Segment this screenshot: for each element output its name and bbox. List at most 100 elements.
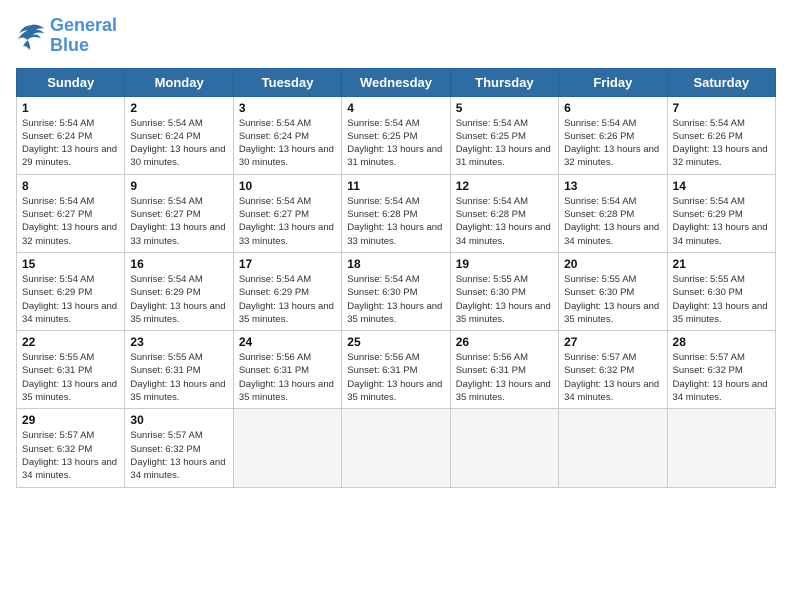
calendar-cell: 25 Sunrise: 5:56 AMSunset: 6:31 PMDayligh… <box>342 331 450 409</box>
page-header: General Blue <box>16 16 776 56</box>
calendar-cell <box>667 409 775 487</box>
day-info: Sunrise: 5:54 AMSunset: 6:25 PMDaylight:… <box>456 117 553 170</box>
day-info: Sunrise: 5:54 AMSunset: 6:29 PMDaylight:… <box>673 195 770 248</box>
calendar-week-row: 15 Sunrise: 5:54 AMSunset: 6:29 PMDayligh… <box>17 252 776 330</box>
day-info: Sunrise: 5:57 AMSunset: 6:32 PMDaylight:… <box>564 351 661 404</box>
day-info: Sunrise: 5:54 AMSunset: 6:28 PMDaylight:… <box>347 195 444 248</box>
calendar-cell: 21 Sunrise: 5:55 AMSunset: 6:30 PMDayligh… <box>667 252 775 330</box>
day-number: 27 <box>564 335 661 349</box>
day-number: 4 <box>347 101 444 115</box>
day-number: 12 <box>456 179 553 193</box>
day-number: 28 <box>673 335 770 349</box>
day-info: Sunrise: 5:54 AMSunset: 6:29 PMDaylight:… <box>130 273 227 326</box>
day-info: Sunrise: 5:55 AMSunset: 6:31 PMDaylight:… <box>130 351 227 404</box>
weekday-header: Friday <box>559 68 667 96</box>
day-number: 8 <box>22 179 119 193</box>
day-info: Sunrise: 5:57 AMSunset: 6:32 PMDaylight:… <box>673 351 770 404</box>
calendar-cell: 4 Sunrise: 5:54 AMSunset: 6:25 PMDaylight… <box>342 96 450 174</box>
logo: General Blue <box>16 16 117 56</box>
logo-text: General Blue <box>50 16 117 56</box>
day-info: Sunrise: 5:54 AMSunset: 6:24 PMDaylight:… <box>22 117 119 170</box>
day-info: Sunrise: 5:54 AMSunset: 6:24 PMDaylight:… <box>130 117 227 170</box>
calendar-cell: 15Sunrise: 5:54 AMSunset: 6:29 PMDayligh… <box>17 252 125 330</box>
calendar-week-row: 22 Sunrise: 5:55 AMSunset: 6:31 PMDayligh… <box>17 331 776 409</box>
day-number: 13 <box>564 179 661 193</box>
calendar-cell: 6 Sunrise: 5:54 AMSunset: 6:26 PMDaylight… <box>559 96 667 174</box>
calendar-cell: 27 Sunrise: 5:57 AMSunset: 6:32 PMDayligh… <box>559 331 667 409</box>
day-number: 21 <box>673 257 770 271</box>
day-number: 15 <box>22 257 119 271</box>
calendar-week-row: 8 Sunrise: 5:54 AMSunset: 6:27 PMDaylight… <box>17 174 776 252</box>
calendar-cell <box>233 409 341 487</box>
calendar-cell: 17 Sunrise: 5:54 AMSunset: 6:29 PMDayligh… <box>233 252 341 330</box>
day-info: Sunrise: 5:54 AMSunset: 6:29 PMDaylight:… <box>239 273 336 326</box>
calendar-cell: 10 Sunrise: 5:54 AMSunset: 6:27 PMDayligh… <box>233 174 341 252</box>
weekday-header: Tuesday <box>233 68 341 96</box>
calendar-week-row: 29 Sunrise: 5:57 AMSunset: 6:32 PMDayligh… <box>17 409 776 487</box>
day-number: 6 <box>564 101 661 115</box>
day-info: Sunrise: 5:54 AMSunset: 6:25 PMDaylight:… <box>347 117 444 170</box>
calendar-cell: 20Sunrise: 5:55 AMSunset: 6:30 PMDayligh… <box>559 252 667 330</box>
day-number: 20 <box>564 257 661 271</box>
calendar-cell: 14 Sunrise: 5:54 AMSunset: 6:29 PMDayligh… <box>667 174 775 252</box>
calendar-cell: 29 Sunrise: 5:57 AMSunset: 6:32 PMDayligh… <box>17 409 125 487</box>
logo-icon <box>16 22 46 50</box>
day-number: 17 <box>239 257 336 271</box>
day-info: Sunrise: 5:54 AMSunset: 6:30 PMDaylight:… <box>347 273 444 326</box>
day-number: 5 <box>456 101 553 115</box>
day-info: Sunrise: 5:54 AMSunset: 6:28 PMDaylight:… <box>456 195 553 248</box>
calendar-cell: 1 Sunrise: 5:54 AMSunset: 6:24 PMDaylight… <box>17 96 125 174</box>
day-number: 10 <box>239 179 336 193</box>
day-info: Sunrise: 5:56 AMSunset: 6:31 PMDaylight:… <box>347 351 444 404</box>
day-number: 23 <box>130 335 227 349</box>
weekday-header: Thursday <box>450 68 558 96</box>
day-number: 1 <box>22 101 119 115</box>
day-number: 14 <box>673 179 770 193</box>
calendar-cell: 24 Sunrise: 5:56 AMSunset: 6:31 PMDayligh… <box>233 331 341 409</box>
day-info: Sunrise: 5:55 AMSunset: 6:31 PMDaylight:… <box>22 351 119 404</box>
day-info: Sunrise: 5:55 AMSunset: 6:30 PMDaylight:… <box>456 273 553 326</box>
day-info: Sunrise: 5:57 AMSunset: 6:32 PMDaylight:… <box>22 429 119 482</box>
weekday-header: Wednesday <box>342 68 450 96</box>
day-info: Sunrise: 5:55 AMSunset: 6:30 PMDaylight:… <box>673 273 770 326</box>
calendar-table: SundayMondayTuesdayWednesdayThursdayFrid… <box>16 68 776 488</box>
day-info: Sunrise: 5:56 AMSunset: 6:31 PMDaylight:… <box>456 351 553 404</box>
calendar-cell: 26 Sunrise: 5:56 AMSunset: 6:31 PMDayligh… <box>450 331 558 409</box>
calendar-cell: 18 Sunrise: 5:54 AMSunset: 6:30 PMDayligh… <box>342 252 450 330</box>
day-number: 11 <box>347 179 444 193</box>
calendar-week-row: 1 Sunrise: 5:54 AMSunset: 6:24 PMDaylight… <box>17 96 776 174</box>
day-number: 7 <box>673 101 770 115</box>
calendar-cell: 5 Sunrise: 5:54 AMSunset: 6:25 PMDaylight… <box>450 96 558 174</box>
day-number: 24 <box>239 335 336 349</box>
day-number: 18 <box>347 257 444 271</box>
day-info: Sunrise: 5:54 AMSunset: 6:26 PMDaylight:… <box>673 117 770 170</box>
day-number: 30 <box>130 413 227 427</box>
day-info: Sunrise: 5:54 AMSunset: 6:26 PMDaylight:… <box>564 117 661 170</box>
calendar-cell: 16 Sunrise: 5:54 AMSunset: 6:29 PMDayligh… <box>125 252 233 330</box>
day-number: 22 <box>22 335 119 349</box>
calendar-cell <box>342 409 450 487</box>
day-number: 16 <box>130 257 227 271</box>
calendar-cell: 3Sunrise: 5:54 AMSunset: 6:24 PMDaylight… <box>233 96 341 174</box>
day-number: 9 <box>130 179 227 193</box>
weekday-header: Saturday <box>667 68 775 96</box>
calendar-cell: 12 Sunrise: 5:54 AMSunset: 6:28 PMDayligh… <box>450 174 558 252</box>
calendar-cell: 2 Sunrise: 5:54 AMSunset: 6:24 PMDaylight… <box>125 96 233 174</box>
day-info: Sunrise: 5:56 AMSunset: 6:31 PMDaylight:… <box>239 351 336 404</box>
day-number: 25 <box>347 335 444 349</box>
day-number: 19 <box>456 257 553 271</box>
day-number: 29 <box>22 413 119 427</box>
weekday-header-row: SundayMondayTuesdayWednesdayThursdayFrid… <box>17 68 776 96</box>
calendar-cell: 22 Sunrise: 5:55 AMSunset: 6:31 PMDayligh… <box>17 331 125 409</box>
calendar-cell: 13Sunrise: 5:54 AMSunset: 6:28 PMDayligh… <box>559 174 667 252</box>
calendar-cell: 19 Sunrise: 5:55 AMSunset: 6:30 PMDayligh… <box>450 252 558 330</box>
day-number: 2 <box>130 101 227 115</box>
calendar-cell: 11 Sunrise: 5:54 AMSunset: 6:28 PMDayligh… <box>342 174 450 252</box>
day-info: Sunrise: 5:54 AMSunset: 6:27 PMDaylight:… <box>239 195 336 248</box>
day-info: Sunrise: 5:54 AMSunset: 6:27 PMDaylight:… <box>130 195 227 248</box>
calendar-cell: 9 Sunrise: 5:54 AMSunset: 6:27 PMDaylight… <box>125 174 233 252</box>
day-info: Sunrise: 5:54 AMSunset: 6:27 PMDaylight:… <box>22 195 119 248</box>
day-info: Sunrise: 5:57 AMSunset: 6:32 PMDaylight:… <box>130 429 227 482</box>
day-number: 26 <box>456 335 553 349</box>
calendar-cell <box>450 409 558 487</box>
